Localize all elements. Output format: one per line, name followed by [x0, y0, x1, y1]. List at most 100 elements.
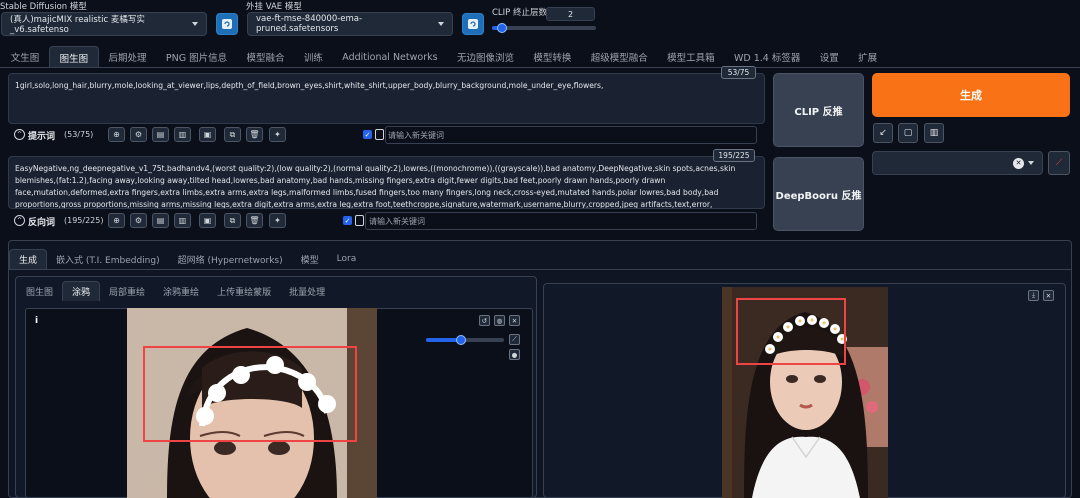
- tab-main-13[interactable]: 扩展: [848, 46, 886, 68]
- tab-img2img-0[interactable]: 图生图: [17, 281, 62, 301]
- copy-icon[interactable]: ▤: [152, 213, 169, 228]
- clip-skip-input[interactable]: 2: [546, 7, 595, 21]
- paste-icon[interactable]: ▥: [174, 127, 191, 142]
- prompt-textarea[interactable]: 1girl,solo,long_hair,blurry,mole,looking…: [8, 73, 765, 124]
- vae-label: 外挂 VAE 模型: [246, 2, 302, 12]
- refresh-vae-button[interactable]: [462, 13, 484, 35]
- negative-prompt-textarea[interactable]: EasyNegative,ng_deepnegative_v1_75t,badh…: [8, 156, 765, 209]
- main-tab-bar: 文生图 图生图 后期处理 PNG 图片信息 模型融合 训练 Additional Netwo…: [1, 46, 887, 68]
- style-dropdown[interactable]: ✕: [872, 151, 1043, 175]
- tab-main-5[interactable]: 训练: [294, 46, 332, 68]
- close-icon[interactable]: ✕: [1043, 290, 1054, 301]
- subtab-divider: [8, 269, 1072, 270]
- negative-keyword-frame: [365, 212, 757, 230]
- arrow-icon[interactable]: ↙: [873, 123, 893, 143]
- tab-main-12[interactable]: 设置: [810, 46, 848, 68]
- prompt-toolbar-count: (53/75): [64, 130, 94, 139]
- settings-icon[interactable]: ⚙: [130, 213, 147, 228]
- refresh-icon: [222, 19, 232, 29]
- tab-main-6[interactable]: Additional Networks: [333, 46, 448, 68]
- trash-icon[interactable]: ▥: [924, 123, 944, 143]
- chevron-down-icon: [192, 22, 198, 26]
- tab-img2img-1[interactable]: 涂鸦: [62, 281, 101, 301]
- clip-interrogate-button[interactable]: CLIP 反推: [773, 73, 864, 147]
- history-icon[interactable]: ▣: [199, 127, 216, 142]
- negative-toolbar: ^ 反向词 (195/225) ⊕ ⚙ ▤ ▥ ▣ ⧉ 🗑 ✦ ✓ 请输入新关键…: [8, 211, 765, 231]
- tab-main-10[interactable]: 模型工具箱: [657, 46, 724, 68]
- download-icon[interactable]: ⤓: [1028, 290, 1039, 301]
- info-icon[interactable]: i: [30, 314, 43, 327]
- eraser-icon[interactable]: ◍: [494, 315, 505, 326]
- tab-main-2[interactable]: 后期处理: [99, 46, 156, 68]
- trash-icon[interactable]: 🗑: [246, 213, 263, 228]
- prompt-keyword-frame: [385, 126, 757, 144]
- refresh-model-button[interactable]: [216, 13, 238, 35]
- tab-img2img-4[interactable]: 上传重绘蒙版: [208, 281, 280, 301]
- negative-token-counter: 195/225: [713, 149, 755, 162]
- tab-img2img-3[interactable]: 涂鸦重绘: [154, 281, 208, 301]
- favorite-icon[interactable]: ✦: [269, 127, 286, 142]
- clip-skip-slider-handle[interactable]: [497, 23, 508, 33]
- translate-icon[interactable]: ⊕: [108, 127, 125, 142]
- tab-img2img-2[interactable]: 局部重绘: [100, 281, 154, 301]
- highlight-box: [736, 298, 846, 365]
- color-picker-icon[interactable]: ●: [509, 349, 520, 360]
- collapse-icon[interactable]: ^: [14, 129, 25, 140]
- stop-icon[interactable]: ▢: [898, 123, 918, 143]
- chevron-down-icon: [438, 22, 444, 26]
- tab-sub-0[interactable]: 生成: [9, 249, 48, 269]
- tab-sub-1[interactable]: 嵌入式 (T.I. Embedding): [47, 249, 169, 269]
- main-tab-divider: [0, 67, 1080, 68]
- negative-toolbar-count: (195/225): [64, 216, 104, 225]
- translate-icon[interactable]: ⊕: [108, 213, 125, 228]
- chevron-down-icon: [1028, 161, 1034, 165]
- prompt-token-counter: 53/75: [721, 66, 756, 79]
- trash-icon[interactable]: 🗑: [246, 127, 263, 142]
- sd-model-label: Stable Diffusion 模型: [0, 2, 87, 12]
- tab-main-0[interactable]: 文生图: [1, 46, 49, 68]
- favorite-icon[interactable]: ✦: [269, 213, 286, 228]
- tab-main-8[interactable]: 模型转换: [524, 46, 581, 68]
- duplicate-icon[interactable]: ⧉: [224, 127, 241, 142]
- vae-dropdown[interactable]: vae-ft-mse-840000-ema-pruned.safetensors: [247, 12, 453, 36]
- history-icon[interactable]: ▣: [199, 213, 216, 228]
- tab-main-4[interactable]: 模型融合: [237, 46, 294, 68]
- brush-icon[interactable]: ⟋: [509, 334, 520, 345]
- tab-main-11[interactable]: WD 1.4 标签器: [724, 46, 810, 68]
- refresh-icon: [468, 19, 478, 29]
- tab-sub-2[interactable]: 超网络 (Hypernetworks): [169, 249, 292, 269]
- input-frame-icon: [355, 215, 364, 226]
- clear-icon[interactable]: ✕: [1013, 157, 1024, 169]
- generation-subtab-bar: 生成 嵌入式 (T.I. Embedding) 超网络 (Hypernetworks…: [9, 246, 365, 269]
- close-icon[interactable]: ✕: [509, 315, 520, 326]
- collapse-icon[interactable]: ^: [14, 215, 25, 226]
- tab-main-7[interactable]: 无边图像浏览: [447, 46, 523, 68]
- tab-main-3[interactable]: PNG 图片信息: [156, 46, 237, 68]
- tab-main-9[interactable]: 超级模型融合: [581, 46, 657, 68]
- checkbox-icon[interactable]: ✓: [363, 130, 372, 139]
- img2img-tab-bar: 图生图 涂鸦 局部重绘 涂鸦重绘 上传重绘蒙版 批量处理: [17, 281, 334, 301]
- clip-skip-slider[interactable]: [492, 23, 596, 33]
- sd-model-dropdown[interactable]: (真人)majicMIX realistic 麦橘写实_v6.safetenso: [1, 12, 207, 36]
- paste-icon[interactable]: ▥: [174, 213, 191, 228]
- generate-button[interactable]: 生成: [872, 73, 1070, 117]
- brush-size-slider[interactable]: [426, 335, 504, 345]
- brush-icon[interactable]: ⟋: [1048, 151, 1070, 175]
- highlight-box: [143, 346, 357, 442]
- undo-icon[interactable]: ↺: [479, 315, 490, 326]
- copy-icon[interactable]: ▤: [152, 127, 169, 142]
- input-frame-icon: [375, 129, 384, 140]
- prompt-toolbar: ^ 提示词 (53/75) ⊕ ⚙ ▤ ▥ ▣ ⧉ 🗑 ✦ ✓ 请输入新关键词: [8, 126, 765, 146]
- clip-skip-label: CLIP 终止层数: [492, 8, 548, 18]
- deepbooru-interrogate-button[interactable]: DeepBooru 反推: [773, 157, 864, 231]
- vae-value: vae-ft-mse-840000-ema-pruned.safetensors: [256, 14, 363, 34]
- tab-main-1[interactable]: 图生图: [48, 46, 99, 68]
- duplicate-icon[interactable]: ⧉: [224, 213, 241, 228]
- tab-sub-4[interactable]: Lora: [328, 249, 366, 269]
- tab-sub-3[interactable]: 模型: [292, 249, 328, 269]
- settings-icon[interactable]: ⚙: [130, 127, 147, 142]
- checkbox-icon[interactable]: ✓: [343, 216, 352, 225]
- sd-model-value: (真人)majicMIX realistic 麦橘写实_v6.safetenso: [10, 15, 145, 35]
- tab-img2img-5[interactable]: 批量处理: [280, 281, 334, 301]
- prompt-toolbar-label: 提示词: [28, 132, 56, 142]
